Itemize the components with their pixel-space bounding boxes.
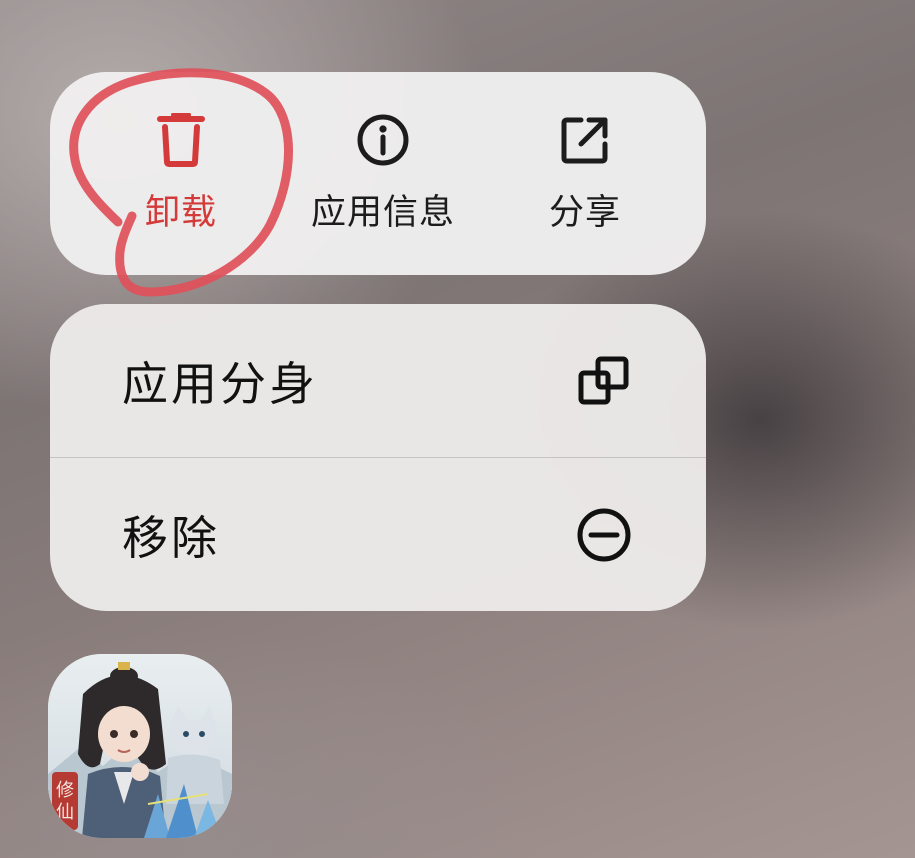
quick-actions-card: 卸载 应用信息 分享	[50, 72, 706, 275]
trash-icon	[153, 112, 209, 168]
app-clone-icon	[574, 351, 634, 411]
uninstall-action[interactable]: 卸载	[96, 72, 266, 275]
game-app-icon[interactable]: 修 仙	[48, 654, 232, 838]
share-label: 分享	[548, 193, 621, 233]
share-icon	[557, 112, 613, 168]
app-info-label: 应用信息	[310, 193, 455, 233]
menu-item-label: 移除	[122, 510, 220, 565]
menu-item-label: 应用分身	[122, 356, 318, 411]
info-icon	[355, 112, 411, 168]
menu-item-app-clone[interactable]: 应用分身	[50, 304, 706, 457]
menu-item-remove[interactable]: 移除	[50, 458, 706, 611]
context-menu-list: 应用分身 移除	[50, 304, 706, 611]
svg-text:修: 修	[56, 780, 74, 801]
remove-minus-icon	[574, 505, 634, 565]
uninstall-label: 卸载	[144, 193, 217, 233]
share-action[interactable]: 分享	[500, 72, 670, 275]
svg-text:仙: 仙	[56, 802, 74, 823]
app-info-action[interactable]: 应用信息	[298, 72, 468, 275]
